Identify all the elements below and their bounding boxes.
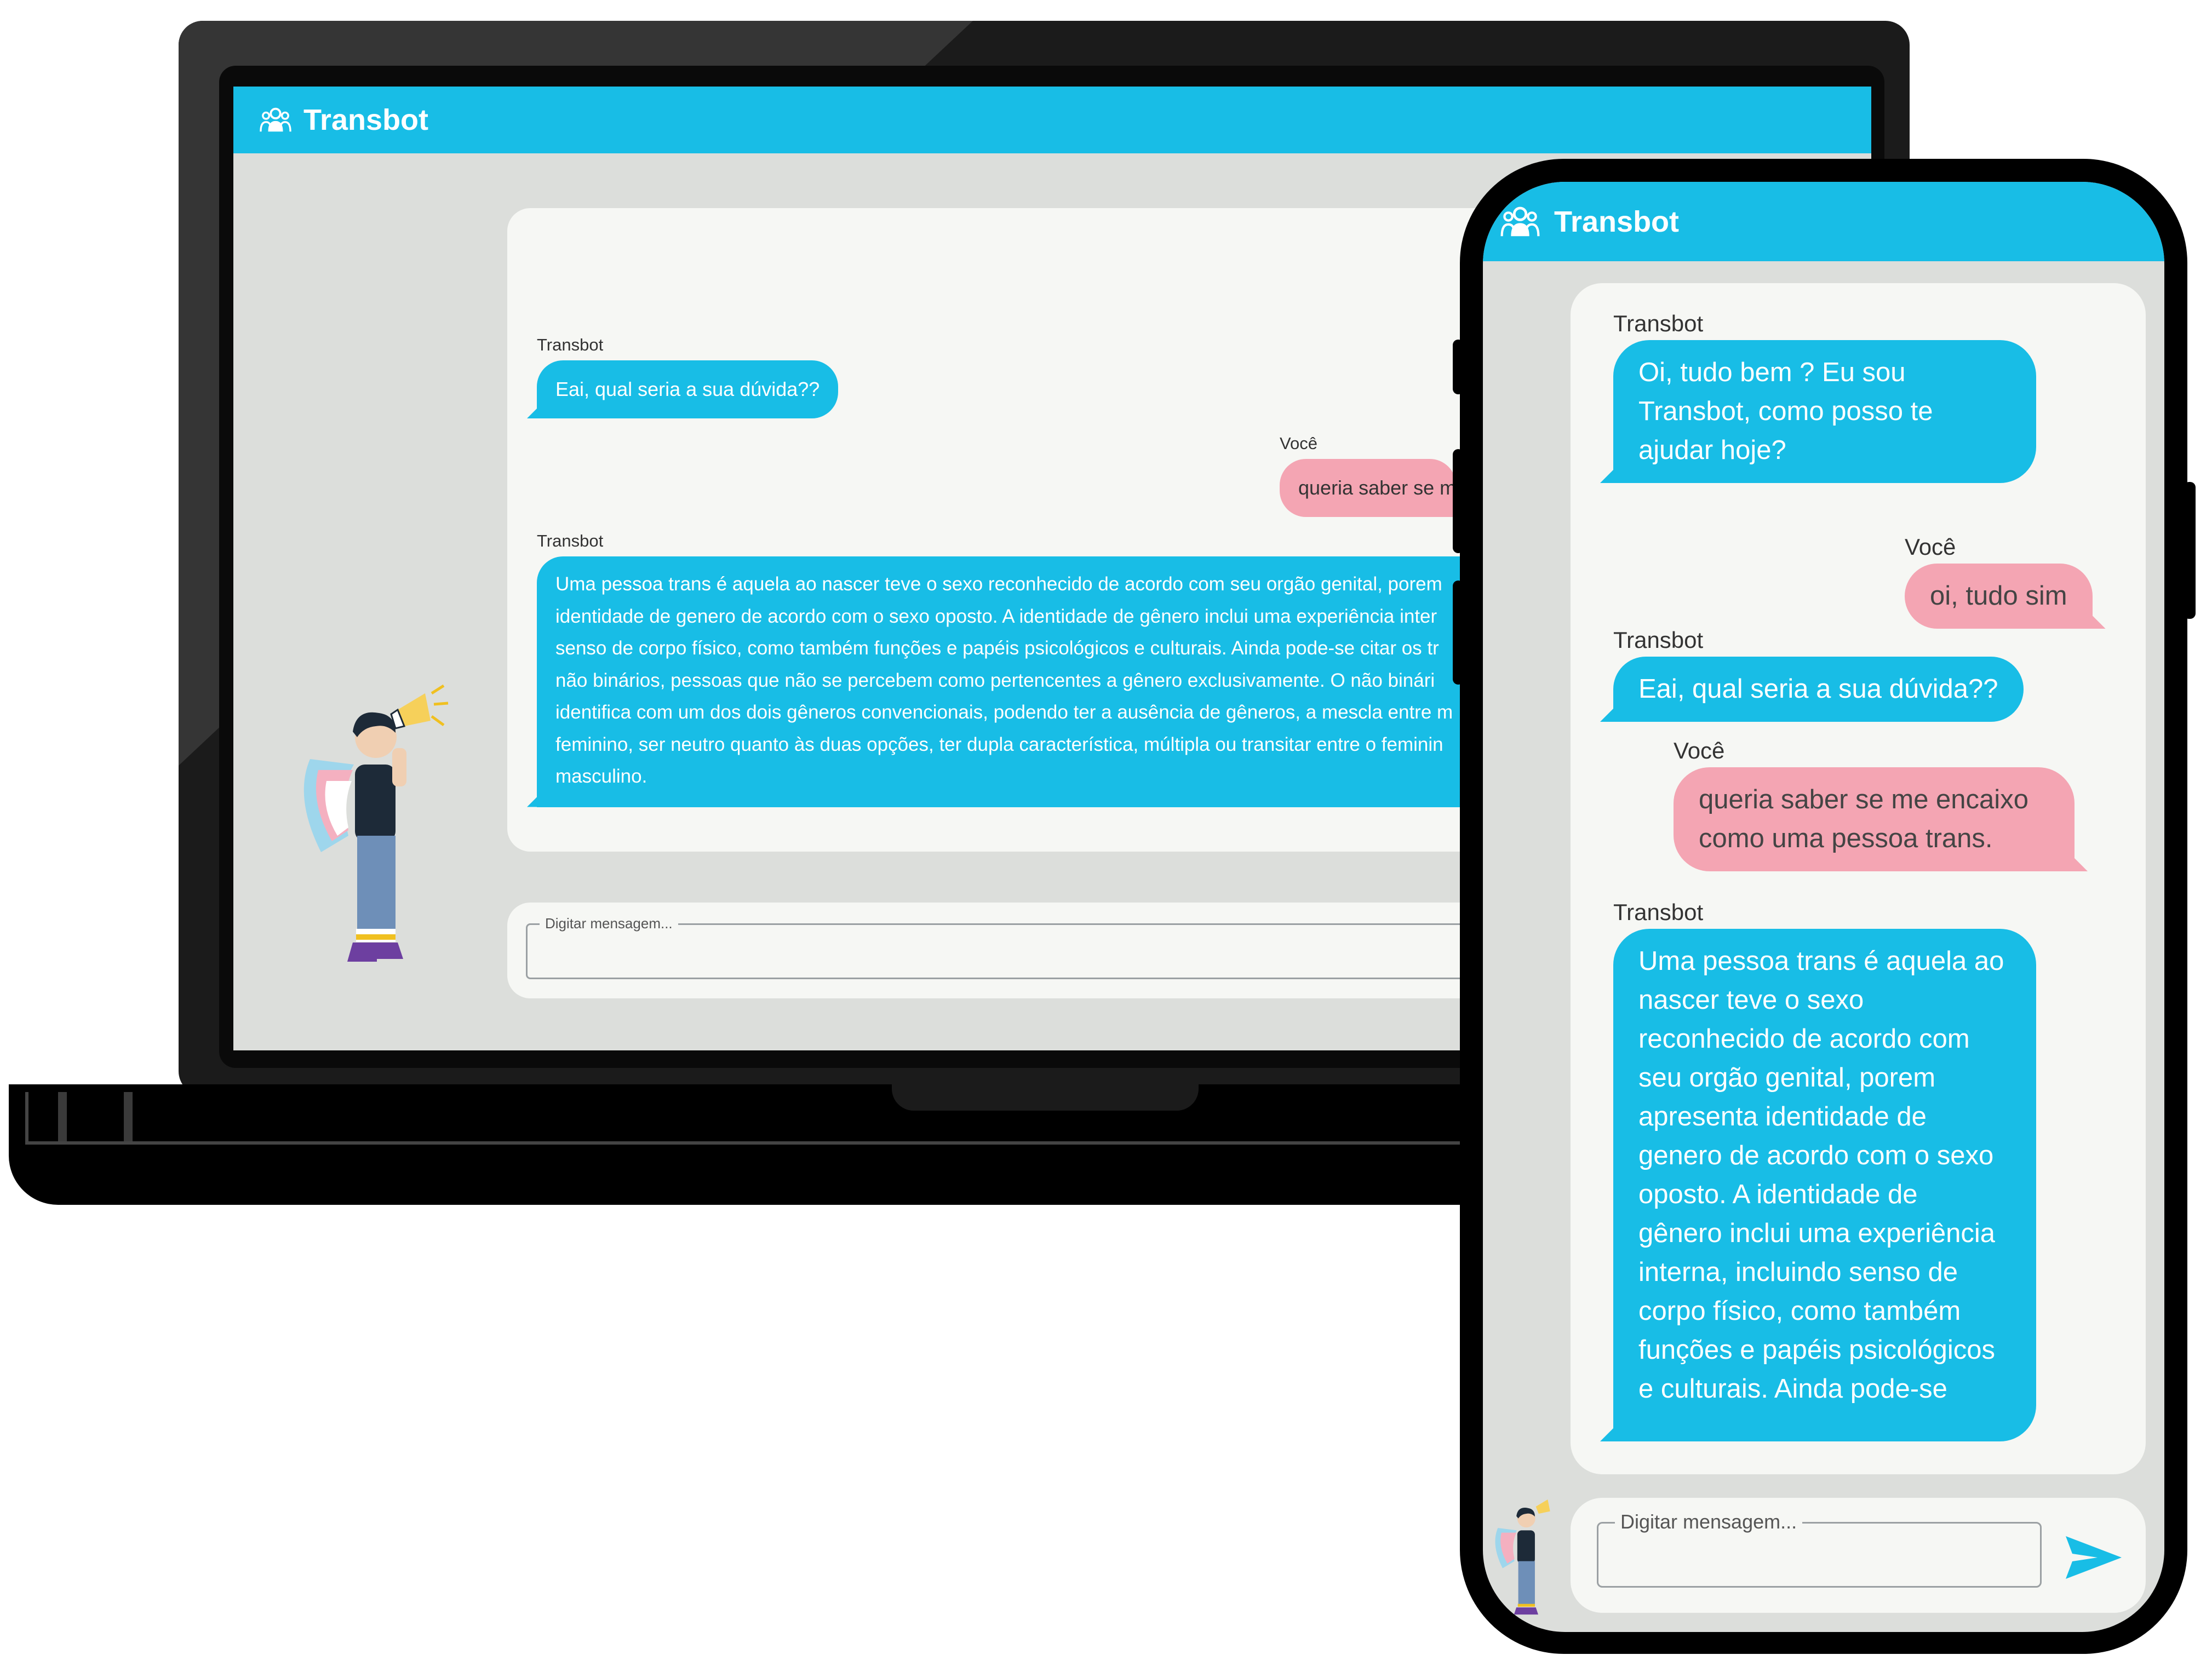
message-composer: Digitar mensagem...: [1571, 1498, 2146, 1613]
message-line: nascer teve o sexo: [1638, 985, 1864, 1015]
message-line: identifica com um dos dois gêneros conve…: [555, 702, 1453, 723]
message-line: feminino, ser neutro quanto às duas opçõ…: [555, 733, 1443, 755]
send-icon[interactable]: [2064, 1533, 2124, 1582]
message-bot: Transbot Oi, tudo bem ? Eu sou Transbot,…: [1613, 311, 2036, 483]
message-sender: Transbot: [1613, 627, 1704, 653]
message-line: gênero inclui uma experiência: [1638, 1219, 1995, 1248]
message-line: masculino.: [555, 766, 647, 787]
message-line: identidade de genero de acordo com o sex…: [555, 605, 1437, 627]
chat-panel: Transbot Oi, tudo bem ? Eu sou Transbot,…: [1571, 283, 2146, 1474]
phone-volume-button: [1453, 449, 1464, 553]
message-sender: Transbot: [1613, 899, 1704, 925]
message-line: funções e papéis psicológicos: [1638, 1335, 1996, 1365]
message-sender: Você: [1674, 738, 1725, 763]
phone-power-button: [2184, 482, 2196, 619]
message-sender: Você: [1905, 534, 1956, 560]
laptop-hinge-notch: [843, 1084, 1248, 1135]
message-line: reconhecido de acordo com: [1638, 1024, 1970, 1054]
phone-volume-button: [1453, 581, 1464, 685]
people-icon: [1500, 206, 1540, 236]
mascot-illustration: [1495, 1499, 1550, 1615]
people-icon: [260, 107, 291, 132]
message-user: Você queria saber se m: [1280, 434, 1457, 517]
message-bubble: Eai, qual seria a sua dúvida??: [537, 360, 839, 418]
app-title: Transbot: [1554, 205, 1680, 238]
message-bubble: Eai, qual seria a sua dúvida??: [1613, 657, 2024, 722]
phone-frame: Transbot Transbot Oi, tudo bem ? Eu sou …: [1460, 159, 2187, 1654]
message-sender: Transbot: [1613, 311, 1704, 336]
mascot-illustration: [303, 684, 449, 962]
message-line: apresenta identidade de: [1638, 1102, 1927, 1131]
message-bubble: oi, tudo sim: [1905, 564, 2093, 629]
message-line: e culturais. Ainda pode-se: [1638, 1374, 1947, 1404]
message-line: ajudar hoje?: [1638, 435, 1786, 465]
message-user: Você oi, tudo sim: [1905, 534, 2093, 629]
message-user: Você queria saber se me encaixo como uma…: [1674, 738, 2075, 871]
message-input-label: Digitar mensagem...: [540, 915, 678, 932]
message-bot: Transbot Eai, qual seria a sua dúvida??: [537, 335, 839, 418]
message-input-label: Digitar mensagem...: [1615, 1510, 1803, 1533]
message-line: como uma pessoa trans.: [1699, 824, 1993, 853]
message-bubble: queria saber se me encaixo como uma pess…: [1674, 767, 2075, 871]
message-line: queria saber se me encaixo: [1699, 785, 2028, 814]
message-line: Uma pessoa trans é aquela ao: [1638, 946, 2004, 976]
message-bot: Transbot Uma pessoa trans é aquela ao na…: [1613, 899, 2036, 1441]
message-bubble: queria saber se m: [1280, 459, 1457, 517]
message-line: senso de corpo físico, como também funçõ…: [555, 637, 1439, 659]
message-bubble: Oi, tudo bem ? Eu sou Transbot, como pos…: [1613, 340, 2036, 483]
message-line: Uma pessoa trans é aquela ao nascer teve…: [555, 573, 1442, 595]
app-header: Transbot: [233, 87, 1871, 153]
message-bot: Transbot Eai, qual seria a sua dúvida??: [1613, 627, 2024, 722]
app-title: Transbot: [303, 104, 429, 136]
message-line: genero de acordo com o sexo: [1638, 1141, 1994, 1170]
message-bubble: Uma pessoa trans é aquela ao nascer teve…: [1613, 929, 2036, 1441]
phone-volume-button: [1453, 340, 1464, 394]
message-line: seu orgão genital, porem: [1638, 1063, 1936, 1093]
laptop-base-foot: [124, 1092, 133, 1141]
message-line: Oi, tudo bem ? Eu sou: [1638, 358, 1906, 387]
message-line: corpo físico, como também: [1638, 1296, 1961, 1326]
laptop-hinge-inner: [892, 1084, 1199, 1111]
message-input[interactable]: Digitar mensagem...: [1597, 1510, 2042, 1588]
message-line: interna, incluindo senso de: [1638, 1257, 1958, 1287]
message-line: não binários, pessoas que não se percebe…: [555, 669, 1435, 691]
laptop-base-foot: [58, 1092, 67, 1141]
message-sender: Transbot: [537, 335, 604, 354]
mobile-app-screen: Transbot Transbot Oi, tudo bem ? Eu sou …: [1483, 182, 2164, 1632]
message-line: oposto. A identidade de: [1638, 1180, 1918, 1209]
message-line: Transbot, como posso te: [1638, 396, 1933, 426]
app-header: Transbot: [1483, 182, 2164, 261]
message-sender: Você: [1280, 434, 1317, 453]
